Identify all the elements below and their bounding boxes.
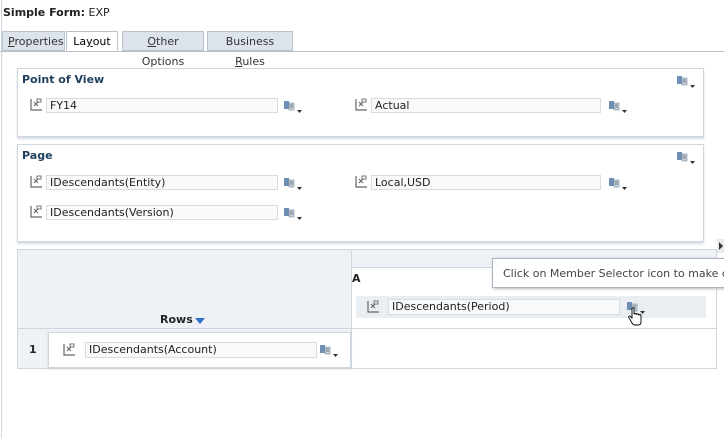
member-icon[interactable] xyxy=(28,174,44,190)
page-panel-title: Page xyxy=(22,149,53,162)
member-icon[interactable] xyxy=(61,342,77,358)
row-member-cell: IDescendants(Account) xyxy=(48,332,351,368)
pov-panel: Point of View FY14 Actual xyxy=(17,68,704,137)
tab-other-options[interactable]: Other Options xyxy=(122,31,204,68)
rows-label: Rows xyxy=(160,313,193,326)
page-member-input-3[interactable]: IDescendants(Version) xyxy=(46,205,278,220)
pov-member-selector-icon[interactable] xyxy=(676,73,698,89)
tab-layout-label: Layout xyxy=(73,35,111,48)
member-selector-icon[interactable] xyxy=(283,175,305,191)
tab-layout[interactable]: Layout xyxy=(66,31,118,51)
tab-business-rules[interactable]: Business Rules xyxy=(207,31,293,68)
hand-cursor-icon xyxy=(628,307,642,326)
row-number: 1 xyxy=(29,343,37,356)
member-icon[interactable] xyxy=(353,97,369,113)
row-member-input[interactable]: IDescendants(Account) xyxy=(85,342,317,358)
form-title-value: EXP xyxy=(88,6,110,19)
tab-divider xyxy=(0,51,724,52)
expand-arrow-icon[interactable] xyxy=(717,239,724,253)
page-member-input-1[interactable]: IDescendants(Entity) xyxy=(46,175,278,190)
page-panel: Page IDescendants(Entity) Local,USD IDes… xyxy=(17,144,704,242)
member-selector-icon[interactable] xyxy=(283,205,305,221)
page-member-input-2[interactable]: Local,USD xyxy=(371,175,601,190)
column-member-cell: IDescendants(Period) xyxy=(356,296,706,318)
page-member-field-2: Local,USD xyxy=(353,174,603,191)
column-member-input[interactable]: IDescendants(Period) xyxy=(388,299,620,315)
rows-dropdown-arrow-icon[interactable] xyxy=(194,317,206,325)
pov-member-field-2: Actual xyxy=(353,97,603,114)
member-selector-icon[interactable] xyxy=(283,98,305,114)
member-selector-icon[interactable] xyxy=(608,175,630,191)
page-member-field-3: IDescendants(Version) xyxy=(28,204,278,221)
page-member-selector-icon[interactable] xyxy=(676,149,698,165)
window-frame xyxy=(1,0,2,438)
member-selector-icon[interactable] xyxy=(319,342,341,358)
member-selector-icon[interactable] xyxy=(608,98,630,114)
form-title: Simple Form: EXP xyxy=(3,6,110,19)
pov-member-input-2[interactable]: Actual xyxy=(371,98,601,113)
page-member-field-1: IDescendants(Entity) xyxy=(28,174,278,191)
pov-panel-title: Point of View xyxy=(22,73,105,86)
tab-properties-label: Properties xyxy=(8,35,64,48)
member-icon[interactable] xyxy=(353,174,369,190)
data-cell-area xyxy=(351,328,716,368)
tooltip: Click on Member Selector icon to make ch xyxy=(492,258,724,288)
member-icon[interactable] xyxy=(28,97,44,113)
column-letter: A xyxy=(352,272,361,285)
form-title-label: Simple Form: xyxy=(3,6,86,19)
pov-member-input-1[interactable]: FY14 xyxy=(46,98,278,113)
member-icon[interactable] xyxy=(28,204,44,220)
member-icon[interactable] xyxy=(365,299,381,315)
tab-properties[interactable]: Properties xyxy=(2,31,65,51)
pov-member-field-1: FY14 xyxy=(28,97,278,114)
